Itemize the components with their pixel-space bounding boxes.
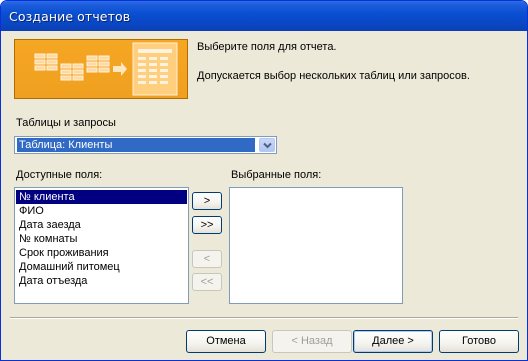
combo-dropdown-button[interactable] bbox=[259, 138, 275, 152]
chevron-down-icon bbox=[263, 142, 272, 149]
instruction-note: Допускается выбор нескольких таблиц или … bbox=[197, 70, 470, 82]
list-item[interactable]: ФИО bbox=[16, 204, 44, 218]
available-fields-list[interactable]: № клиента ФИО Дата заезда № комнаты Срок… bbox=[14, 187, 189, 304]
remove-all-label: << bbox=[200, 276, 214, 288]
tables-queries-combobox[interactable]: Таблица: Клиенты bbox=[14, 136, 277, 154]
remove-field-label: < bbox=[203, 253, 211, 265]
list-item[interactable]: № клиента bbox=[16, 190, 187, 204]
list-item[interactable]: № комнаты bbox=[16, 232, 77, 246]
back-button[interactable]: < Назад bbox=[272, 330, 352, 353]
report-wizard-dialog: Создание отчетов Выберите поля для отчет… bbox=[0, 0, 528, 361]
instruction-text: Выберите поля для отчета. bbox=[197, 41, 337, 53]
cancel-label: Отмена bbox=[206, 335, 246, 347]
cancel-button[interactable]: Отмена bbox=[186, 330, 266, 353]
window-title: Создание отчетов bbox=[9, 9, 131, 24]
list-item[interactable]: Срок проживания bbox=[16, 246, 109, 260]
finish-label: Готово bbox=[462, 335, 496, 347]
tables-queries-selected-value: Таблица: Клиенты bbox=[17, 138, 255, 152]
list-item[interactable]: Дата отъезда bbox=[16, 274, 87, 288]
footer-divider bbox=[10, 317, 518, 319]
tables-queries-label: Таблицы и запросы bbox=[16, 117, 116, 129]
dialog-body: Выберите поля для отчета. Допускается вы… bbox=[4, 31, 524, 358]
report-wizard-illustration-icon bbox=[14, 39, 188, 99]
add-all-fields-button[interactable]: >> bbox=[192, 216, 222, 234]
available-fields-label: Доступные поля: bbox=[16, 169, 103, 181]
title-bar[interactable]: Создание отчетов bbox=[1, 1, 527, 31]
back-label: < Назад bbox=[291, 335, 333, 347]
next-label: Далее > bbox=[372, 335, 414, 347]
selected-fields-list[interactable] bbox=[229, 187, 403, 304]
list-item[interactable]: Дата заезда bbox=[16, 218, 81, 232]
next-button[interactable]: Далее > bbox=[353, 330, 433, 353]
add-field-button[interactable]: > bbox=[192, 192, 222, 210]
add-all-label: >> bbox=[200, 219, 214, 231]
remove-all-fields-button[interactable]: << bbox=[192, 273, 222, 291]
list-item[interactable]: Домашний питомец bbox=[16, 260, 120, 274]
add-field-label: > bbox=[203, 195, 211, 207]
finish-button[interactable]: Готово bbox=[439, 330, 519, 353]
remove-field-button[interactable]: < bbox=[192, 250, 222, 268]
selected-fields-label: Выбранные поля: bbox=[231, 169, 322, 181]
